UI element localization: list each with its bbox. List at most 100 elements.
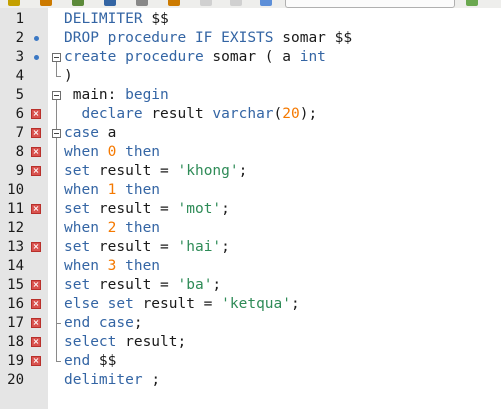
line-number: 4 <box>15 68 24 84</box>
code-line[interactable]: 19 × end $$ <box>0 352 501 371</box>
code-text: end $$ <box>64 352 116 371</box>
line-number: 14 <box>7 258 24 274</box>
code-token: when <box>64 144 108 160</box>
toolbar-icon-7[interactable] <box>200 0 212 6</box>
toolbar-icon-6[interactable] <box>168 0 180 6</box>
code-line[interactable]: 9 × set result = 'khong'; <box>0 162 501 181</box>
code-line[interactable]: 18 × select result; <box>0 333 501 352</box>
code-token: set <box>64 239 99 255</box>
code-text: end case; <box>64 314 143 333</box>
code-token: ; <box>238 163 248 179</box>
code-line[interactable]: 17 × end case; <box>0 314 501 333</box>
code-token: else set <box>64 296 143 312</box>
code-line[interactable]: 8 × when 0 then <box>0 143 501 162</box>
toolbar-icon-1[interactable] <box>8 0 20 6</box>
fold-collapse-icon[interactable] <box>52 91 61 100</box>
code-token: then <box>116 220 161 236</box>
line-number: 9 <box>15 163 24 179</box>
code-token: delimiter <box>64 372 152 388</box>
code-token: select <box>64 334 126 350</box>
line-number: 8 <box>15 144 24 160</box>
code-token: case <box>64 125 108 141</box>
error-x-icon[interactable]: × <box>31 166 41 176</box>
fold-collapse-icon[interactable] <box>52 129 61 138</box>
code-token: declare <box>64 106 152 122</box>
code-line[interactable]: 7 × case a <box>0 124 501 143</box>
code-text: delimiter ; <box>64 371 160 390</box>
code-token: DELIMITER <box>64 11 152 27</box>
code-token: set <box>64 163 99 179</box>
toolbar-icon-10[interactable] <box>466 0 478 6</box>
code-line[interactable]: 10 when 1 then <box>0 181 501 200</box>
line-number: 6 <box>15 106 24 122</box>
line-number: 5 <box>15 87 24 103</box>
info-dot-icon[interactable] <box>34 55 39 60</box>
code-text: set result = 'ba'; <box>64 276 221 295</box>
error-x-icon[interactable]: × <box>31 147 41 157</box>
line-number: 12 <box>7 220 24 236</box>
error-x-icon[interactable]: × <box>31 337 41 347</box>
fold-end-mark <box>56 361 61 362</box>
code-line[interactable]: 2 DROP procedure IF EXISTS somar $$ <box>0 29 501 48</box>
toolbar-icon-3[interactable] <box>72 0 84 6</box>
code-line[interactable]: 11 × set result = 'mot'; <box>0 200 501 219</box>
error-x-icon[interactable]: × <box>31 356 41 366</box>
code-token: varchar <box>212 106 274 122</box>
code-text: when 1 then <box>64 181 160 200</box>
code-token: result = <box>98 239 178 255</box>
info-dot-icon[interactable] <box>34 36 39 41</box>
code-token: $$ <box>151 11 169 27</box>
toolbar-icon-9[interactable] <box>260 0 272 6</box>
toolbar-icon-5[interactable] <box>136 0 148 6</box>
code-line[interactable]: 3 create procedure somar ( a int <box>0 48 501 67</box>
error-x-icon[interactable]: × <box>31 204 41 214</box>
error-x-icon[interactable]: × <box>31 128 41 138</box>
code-line[interactable]: 1 DELIMITER $$ <box>0 10 501 29</box>
fold-guide-line <box>56 62 57 77</box>
code-text: case a <box>64 124 116 143</box>
code-line[interactable]: 14 when 3 then <box>0 257 501 276</box>
fold-collapse-icon[interactable] <box>52 53 61 62</box>
code-line[interactable]: 15 × set result = 'ba'; <box>0 276 501 295</box>
line-number: 15 <box>7 277 24 293</box>
error-x-icon[interactable]: × <box>31 318 41 328</box>
line-number: 3 <box>15 49 24 65</box>
code-line[interactable]: 20 delimiter ; <box>0 371 501 390</box>
code-token: 'ba' <box>177 277 213 293</box>
fold-end-mark <box>56 76 61 77</box>
error-x-icon[interactable]: × <box>31 280 41 290</box>
toolbar-icon-4[interactable] <box>104 0 116 6</box>
code-token: result = <box>98 201 178 217</box>
error-x-icon[interactable]: × <box>31 242 41 252</box>
code-token: ; <box>151 372 161 388</box>
code-line[interactable]: 6 × declare result varchar(20); <box>0 105 501 124</box>
code-line[interactable]: 16 × else set result = 'ketqua'; <box>0 295 501 314</box>
code-token: set <box>64 201 99 217</box>
toolbar-icon-2[interactable] <box>40 0 52 6</box>
code-token: somar $$ <box>282 30 353 46</box>
line-number: 20 <box>7 372 24 388</box>
code-line[interactable]: 12 when 2 then <box>0 219 501 238</box>
code-token: ; <box>291 296 300 312</box>
code-text: create procedure somar ( a int <box>64 48 326 67</box>
code-token: then <box>116 258 161 274</box>
code-token: $$ <box>98 353 117 369</box>
toolbar-dropdown[interactable] <box>285 0 455 8</box>
line-number: 16 <box>7 296 24 312</box>
code-token: end <box>64 353 99 369</box>
code-token: 20 <box>282 106 300 122</box>
code-line[interactable]: 5 main: begin <box>0 86 501 105</box>
line-number: 13 <box>7 239 24 255</box>
code-line[interactable]: 13 × set result = 'hai'; <box>0 238 501 257</box>
code-token: ( <box>273 106 283 122</box>
line-number: 10 <box>7 182 24 198</box>
line-number: 19 <box>7 353 24 369</box>
code-text: when 3 then <box>64 257 160 276</box>
toolbar-icon-8[interactable] <box>230 0 242 6</box>
code-token: when <box>64 258 108 274</box>
code-text: set result = 'mot'; <box>64 200 230 219</box>
code-line[interactable]: 4) <box>0 67 501 86</box>
code-token: DROP procedure IF EXISTS <box>64 30 283 46</box>
error-x-icon[interactable]: × <box>31 299 41 309</box>
error-x-icon[interactable]: × <box>31 109 41 119</box>
